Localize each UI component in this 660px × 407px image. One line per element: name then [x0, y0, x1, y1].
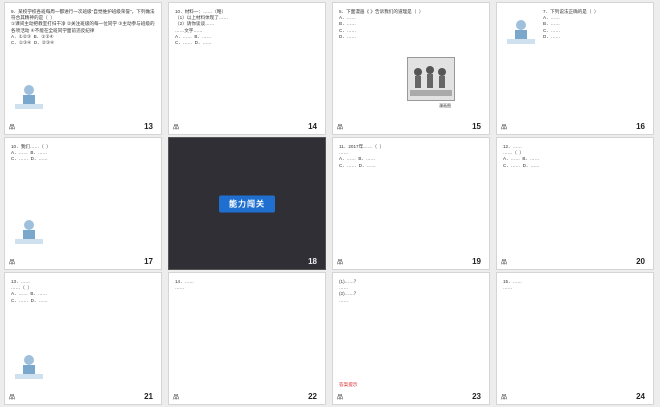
slide-thumbnail[interactable]: 能力闯关 18	[168, 137, 326, 270]
slide-footer: 品	[337, 260, 344, 266]
slide-thumbnail[interactable]: 5．下面漫画《 》告诉我们的道理是（ ） A．…… B．…… C．…… D．………	[332, 2, 490, 135]
slide-footer: 品	[9, 260, 16, 266]
cartoon-caption: 漫画图	[439, 103, 451, 108]
slide-number: 24	[636, 392, 645, 401]
slide-footer: 品	[9, 125, 16, 131]
slide-footer: 品	[173, 395, 180, 401]
slide-text: 10．材料一：……（略） （1）以上材料体现了…… （2）请你谈谈…… ……文字…	[175, 9, 229, 46]
slide-text: 5．下面漫画《 》告诉我们的道理是（ ） A．…… B．…… C．…… D．……	[339, 9, 424, 39]
slide-thumbnail[interactable]: (1)……？ …… (2)……？ …… 答案提示 品 23	[332, 272, 490, 405]
slide-text: 11．2017年……（ ） …… A．…… B．…… C．…… D．……	[339, 144, 385, 168]
slide-number: 14	[308, 122, 317, 131]
slide-thumbnail[interactable]: 15．…… …… 品 24	[496, 272, 654, 405]
slide-number: 17	[144, 257, 153, 266]
answer-note: 答案提示	[339, 381, 358, 387]
slide-number: 16	[636, 122, 645, 131]
slide-text: 9．某校学校各班每周一都进行一次班级"自觉维护班级荣誉"，下列做法符合其精神的是…	[11, 9, 155, 46]
slide-number: 15	[472, 122, 481, 131]
slide-thumbnail[interactable]: 13．…… ……（ ） A．…… B．…… C．…… D．…… 品 21	[4, 272, 162, 405]
figure-icon	[15, 85, 43, 109]
slide-footer: 品	[501, 125, 508, 131]
slide-footer: 品	[173, 125, 180, 131]
slide-thumbnail[interactable]: 14．…… …… 品 22	[168, 272, 326, 405]
slide-thumbnail[interactable]: 10．材料一：……（略） （1）以上材料体现了…… （2）请你谈谈…… ……文字…	[168, 2, 326, 135]
slide-text: 10．我们……（ ） A．…… B．…… C．…… D．……	[11, 144, 51, 162]
slide-footer: 品	[9, 395, 16, 401]
slide-thumbnail[interactable]: 10．我们……（ ） A．…… B．…… C．…… D．…… 品 17	[4, 137, 162, 270]
slide-number: 18	[308, 257, 317, 266]
slide-footer: 品	[501, 260, 508, 266]
slide-number: 22	[308, 392, 317, 401]
section-banner: 能力闯关	[219, 195, 275, 212]
slide-footer: 品	[337, 125, 344, 131]
slide-text: 14．…… ……	[175, 279, 194, 291]
slide-number: 13	[144, 122, 153, 131]
slide-thumbnail[interactable]: 12．…… ……（ ） A．…… B．…… C．…… D．…… 品 20	[496, 137, 654, 270]
slide-thumbnail[interactable]: 9．某校学校各班每周一都进行一次班级"自觉维护班级荣誉"，下列做法符合其精神的是…	[4, 2, 162, 135]
figure-icon	[15, 220, 43, 244]
slide-text: (1)……？ …… (2)……？ ……	[339, 279, 359, 303]
slide-number: 20	[636, 257, 645, 266]
slide-number: 21	[144, 392, 153, 401]
slide-footer: 品	[501, 395, 508, 401]
cartoon-image	[407, 57, 455, 101]
slide-text: 12．…… ……（ ） A．…… B．…… C．…… D．……	[503, 144, 540, 168]
slide-text: 15．…… ……	[503, 279, 522, 291]
slide-thumbnail[interactable]: 11．2017年……（ ） …… A．…… B．…… C．…… D．…… 品 1…	[332, 137, 490, 270]
figure-icon	[15, 355, 43, 379]
slide-thumbnail[interactable]: 7．下列说法正确的是（ ） A．…… B．…… C．…… D．…… 品 16	[496, 2, 654, 135]
slide-number: 23	[472, 392, 481, 401]
slide-text: 13．…… ……（ ） A．…… B．…… C．…… D．……	[11, 279, 48, 303]
slide-text: 7．下列说法正确的是（ ） A．…… B．…… C．…… D．……	[543, 9, 599, 39]
slide-grid: 9．某校学校各班每周一都进行一次班级"自觉维护班级荣誉"，下列做法符合其精神的是…	[4, 2, 654, 405]
slide-number: 19	[472, 257, 481, 266]
figure-icon	[507, 20, 535, 44]
slide-footer: 品	[337, 395, 344, 401]
